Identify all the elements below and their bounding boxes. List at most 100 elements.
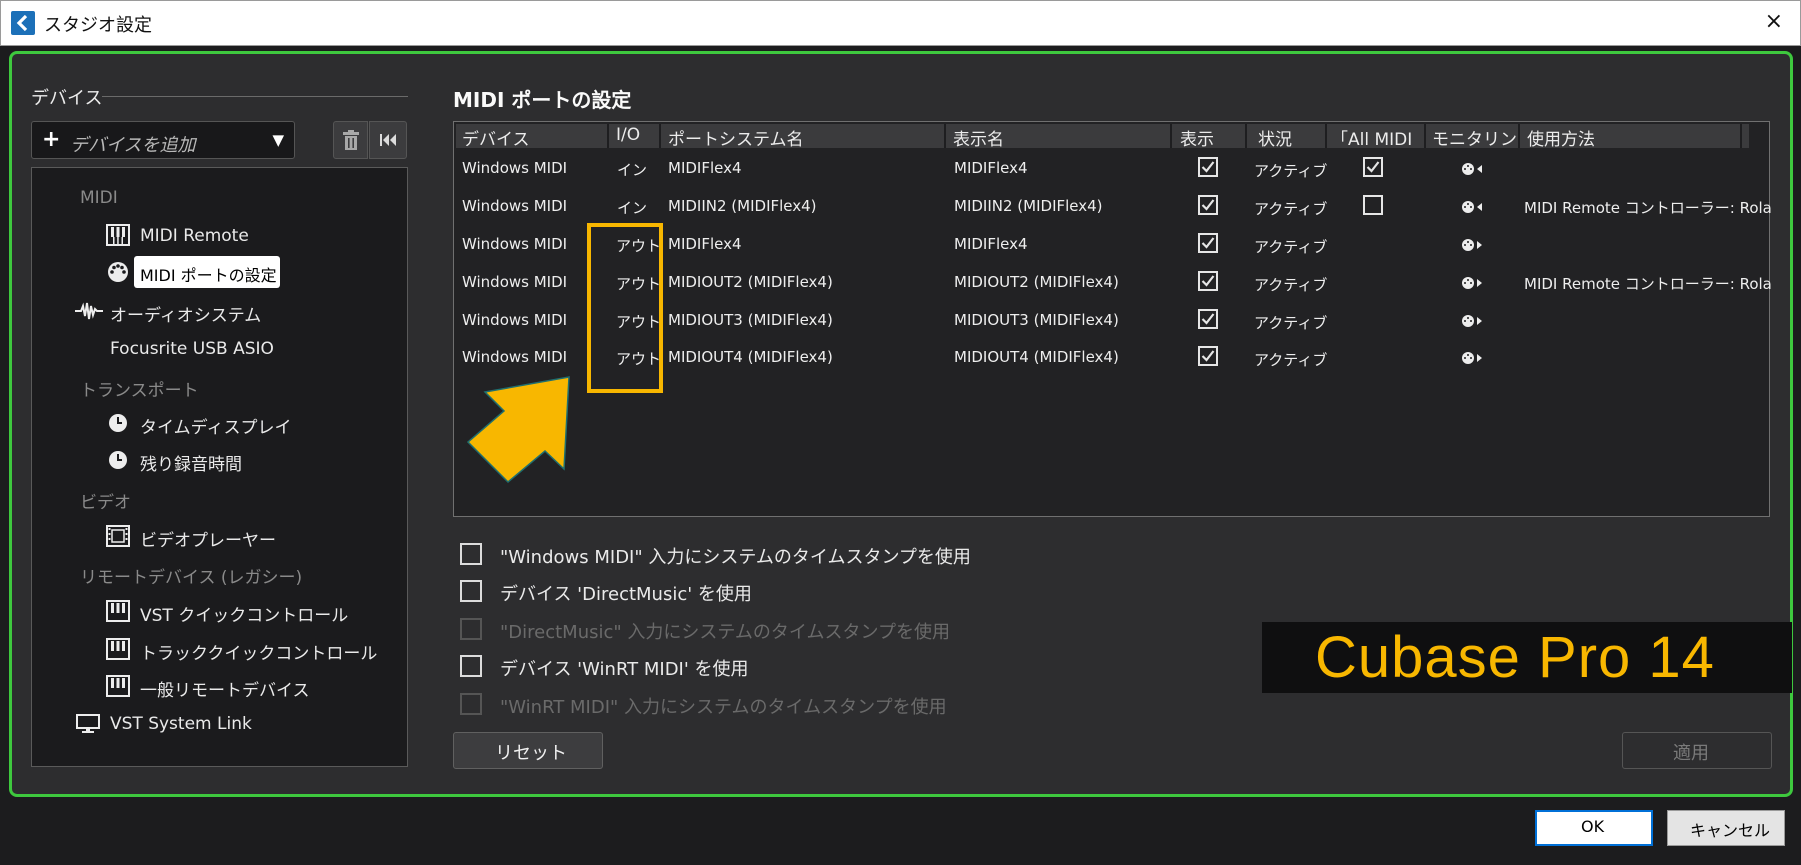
tree-item-video-player[interactable]: ビデオプレーヤー xyxy=(140,526,276,551)
product-label: Cubase Pro 14 xyxy=(1315,625,1715,690)
row-2-status: アクティブ xyxy=(1254,200,1328,218)
directmusic-device-label: デバイス 'DirectMusic' を使用 xyxy=(500,584,752,605)
tree-item-midi-remote[interactable]: MIDI Remote xyxy=(140,226,249,246)
directmusic-timestamp-checkbox xyxy=(460,618,482,640)
column-header-status[interactable]: 状況 xyxy=(1258,125,1318,147)
monitor-in-icon[interactable] xyxy=(1461,162,1485,176)
row-6-device[interactable]: Windows MIDI xyxy=(462,348,567,366)
row-1-all-midi-checkbox[interactable] xyxy=(1363,157,1383,177)
row-4-port-name[interactable]: MIDIOUT2 (MIDIFlex4) xyxy=(668,273,833,291)
row-5-visible-checkbox[interactable] xyxy=(1198,309,1218,329)
column-divider[interactable] xyxy=(659,124,661,148)
monitor-icon xyxy=(76,714,100,733)
apply-button-label: 適用 xyxy=(1673,743,1709,764)
tree-item-vst-system-link[interactable]: VST System Link xyxy=(110,714,252,734)
pointer-arrow-annotation xyxy=(466,376,570,484)
directmusic-timestamp-label: "DirectMusic" 入力にシステムのタイムスタンプを使用 xyxy=(500,622,950,643)
row-2-display-name[interactable]: MIDIIN2 (MIDIFlex4) xyxy=(954,197,1103,215)
window-title: スタジオ設定 xyxy=(44,15,152,36)
row-2-visible-checkbox[interactable] xyxy=(1198,195,1218,215)
tree-item-time-display[interactable]: タイムディスプレイ xyxy=(140,413,291,438)
monitor-out-icon[interactable] xyxy=(1461,238,1485,252)
row-2-port-name[interactable]: MIDIIN2 (MIDIFlex4) xyxy=(668,197,817,215)
monitor-out-icon[interactable] xyxy=(1461,351,1485,365)
row-3-device[interactable]: Windows MIDI xyxy=(462,235,567,253)
column-divider[interactable] xyxy=(944,124,946,148)
midi-port-icon xyxy=(108,262,128,282)
clock-icon xyxy=(109,414,127,432)
piano-keys-icon xyxy=(106,638,130,660)
winrt-midi-device-checkbox[interactable] xyxy=(460,655,482,677)
audio-waveform-icon xyxy=(75,302,103,320)
add-device-label: デバイスを追加 xyxy=(70,135,196,156)
row-2-device[interactable]: Windows MIDI xyxy=(462,197,567,215)
column-divider[interactable] xyxy=(1170,124,1172,148)
row-6-port-name[interactable]: MIDIOUT4 (MIDIFlex4) xyxy=(668,348,833,366)
windows-midi-timestamp-checkbox[interactable] xyxy=(460,543,482,565)
column-header-io[interactable]: I/O xyxy=(616,125,656,147)
piano-keys-icon xyxy=(106,675,130,697)
cubase-app-icon xyxy=(11,11,35,35)
cancel-button-label: キャンセル xyxy=(1690,821,1771,840)
category-transport: トランスポート xyxy=(80,381,199,401)
tree-item-focusrite[interactable]: Focusrite USB ASIO xyxy=(110,339,274,359)
row-3-status: アクティブ xyxy=(1254,238,1328,256)
row-2-usage: MIDI Remote コントローラー: Rola xyxy=(1524,199,1772,217)
column-header-port-system-name[interactable]: ポートシステム名 xyxy=(668,125,938,147)
row-6-display-name[interactable]: MIDIOUT4 (MIDIFlex4) xyxy=(954,348,1119,366)
column-divider[interactable] xyxy=(1245,124,1247,148)
row-1-device[interactable]: Windows MIDI xyxy=(462,159,567,177)
row-1-port-name[interactable]: MIDIFlex4 xyxy=(668,159,742,177)
row-3-visible-checkbox[interactable] xyxy=(1198,233,1218,253)
row-2-io: イン xyxy=(617,199,648,217)
winrt-midi-device-label: デバイス 'WinRT MIDI' を使用 xyxy=(500,659,749,680)
remove-device-button[interactable] xyxy=(333,121,368,159)
reset-device-button[interactable] xyxy=(369,121,407,159)
column-divider[interactable] xyxy=(607,124,609,148)
chevron-down-icon: ▼ xyxy=(272,131,284,149)
column-divider[interactable] xyxy=(1518,124,1520,148)
row-5-device[interactable]: Windows MIDI xyxy=(462,311,567,329)
column-divider[interactable] xyxy=(1740,124,1742,148)
title-bar xyxy=(0,0,1801,46)
monitor-out-icon[interactable] xyxy=(1461,314,1485,328)
tree-item-vst-quick-controls[interactable]: VST クイックコントロール xyxy=(140,601,348,626)
trash-icon xyxy=(343,130,359,150)
column-header-visible[interactable]: 表示 xyxy=(1180,125,1240,147)
row-6-visible-checkbox[interactable] xyxy=(1198,346,1218,366)
column-header-device[interactable]: デバイス xyxy=(462,125,602,147)
row-3-display-name[interactable]: MIDIFlex4 xyxy=(954,235,1028,253)
monitor-in-icon[interactable] xyxy=(1461,200,1485,214)
category-midi: MIDI xyxy=(80,188,118,208)
close-icon[interactable]: × xyxy=(1765,9,1783,34)
windows-midi-timestamp-label: "Windows MIDI" 入力にシステムのタイムスタンプを使用 xyxy=(500,547,971,568)
row-3-port-name[interactable]: MIDIFlex4 xyxy=(668,235,742,253)
plus-icon: + xyxy=(42,127,61,152)
clock-icon xyxy=(109,451,127,469)
column-header-all-midi[interactable]: 「All MIDI xyxy=(1331,125,1429,147)
row-2-all-midi-checkbox[interactable] xyxy=(1363,195,1383,215)
tree-item-audio-system[interactable]: オーディオシステム xyxy=(110,301,261,326)
add-device-dropdown[interactable]: + デバイスを追加 ▼ xyxy=(31,121,295,159)
row-5-display-name[interactable]: MIDIOUT3 (MIDIFlex4) xyxy=(954,311,1119,329)
column-divider[interactable] xyxy=(1424,124,1426,148)
row-1-display-name[interactable]: MIDIFlex4 xyxy=(954,159,1028,177)
row-4-display-name[interactable]: MIDIOUT2 (MIDIFlex4) xyxy=(954,273,1119,291)
tree-item-remaining-record-time[interactable]: 残り録音時間 xyxy=(140,450,242,475)
row-1-visible-checkbox[interactable] xyxy=(1198,157,1218,177)
row-4-visible-checkbox[interactable] xyxy=(1198,271,1218,291)
monitor-out-icon[interactable] xyxy=(1461,276,1485,290)
row-4-device[interactable]: Windows MIDI xyxy=(462,273,567,291)
column-header-display-name[interactable]: 表示名 xyxy=(953,125,1163,147)
directmusic-device-checkbox[interactable] xyxy=(460,580,482,602)
row-5-port-name[interactable]: MIDIOUT3 (MIDIFlex4) xyxy=(668,311,833,329)
column-header-usage[interactable]: 使用方法 xyxy=(1527,125,1727,147)
tree-item-track-quick-controls[interactable]: トラッククイックコントロール xyxy=(140,639,377,664)
reset-button-label: リセット xyxy=(495,743,567,764)
column-divider[interactable] xyxy=(1325,124,1327,148)
column-header-monitoring[interactable]: モニタリン xyxy=(1432,125,1516,147)
tree-item-generic-remote[interactable]: 一般リモートデバイス xyxy=(140,676,310,701)
piano-keys-icon xyxy=(106,224,130,246)
film-strip-icon xyxy=(106,525,130,547)
piano-keys-icon xyxy=(106,600,130,622)
